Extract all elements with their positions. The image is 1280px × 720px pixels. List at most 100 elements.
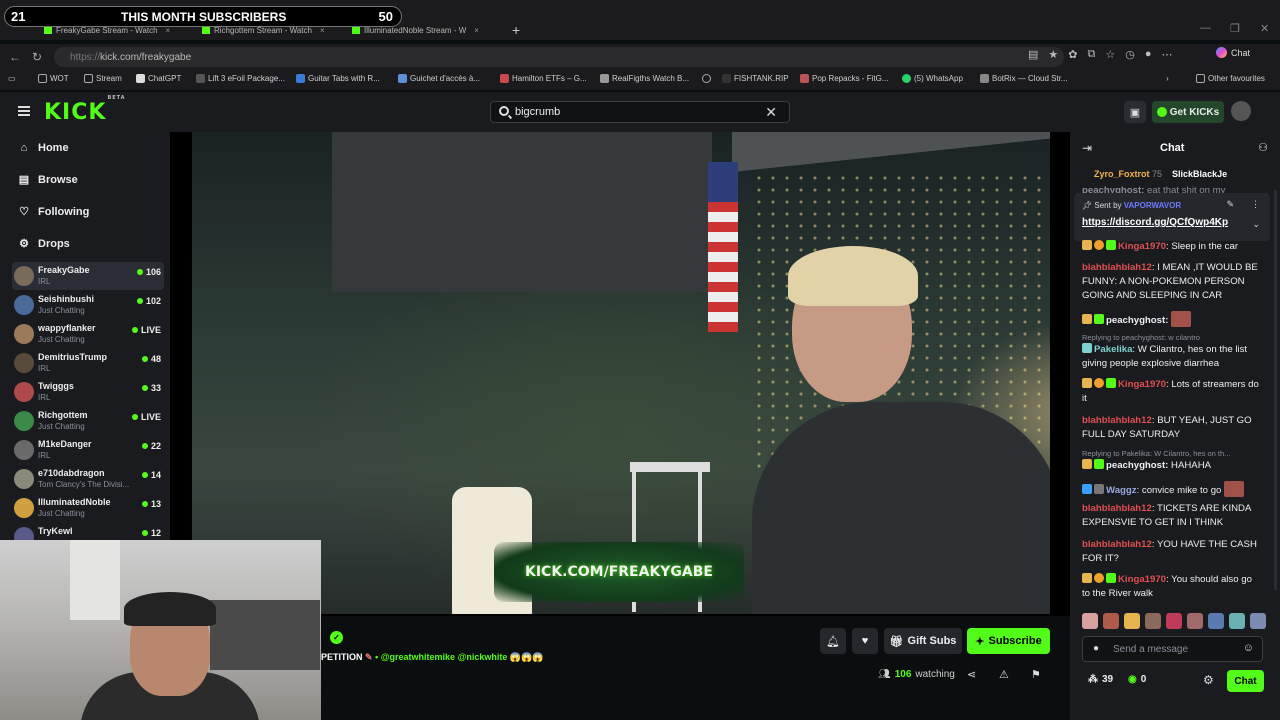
emote-icon[interactable]	[1103, 613, 1119, 629]
bookmark-item[interactable]: Pop Repacks - FitG...	[800, 74, 888, 83]
bookmark-item[interactable]: FISHTANK.RIP	[722, 74, 789, 83]
emote-icon[interactable]	[1145, 613, 1161, 629]
sidebar-channel-e710dabdragon[interactable]: e710dabdragon Tom Clancy's The Divisi... 1…	[12, 465, 164, 493]
nav-browse[interactable]: ▤ Browse	[18, 174, 78, 186]
kick-logo[interactable]: KICKBETA	[44, 95, 126, 125]
sidebar-channel-m1kedanger[interactable]: M1keDanger IRL 22	[12, 436, 164, 464]
bookmark-item[interactable]: Stream	[84, 74, 122, 83]
emote-icon[interactable]	[1082, 613, 1098, 629]
url-prefix: https://	[70, 51, 101, 63]
pinned-link[interactable]: https://discord.gg/QCfQwp4Kp	[1082, 217, 1228, 228]
sidebar-channel-richgottem[interactable]: Richgottem Just Chatting LIVE	[12, 407, 164, 435]
nav-home[interactable]: ⌂ Home	[18, 142, 69, 154]
favorite-star-icon[interactable]: ★	[1048, 48, 1058, 61]
refresh-icon[interactable]: ↻	[28, 48, 46, 66]
favorites-icon[interactable]: ☆	[1105, 48, 1115, 61]
close-tab-icon[interactable]: ×	[474, 26, 479, 35]
emote-icon[interactable]	[1208, 613, 1224, 629]
unpin-icon[interactable]: ✎	[1226, 199, 1234, 210]
chat-message: blahblahblah12: YOU HAVE THE CASH FOR IT…	[1082, 539, 1257, 564]
sidebar-channel-wappyflanker[interactable]: wappyflanker Just Chatting LIVE	[12, 320, 164, 348]
sidebar-channel-demitriustrump[interactable]: DemitriusTrump IRL 48	[12, 349, 164, 377]
subscribe-button[interactable]: ✦ Subscribe	[967, 628, 1050, 654]
history-icon[interactable]: ◷	[1125, 48, 1135, 61]
share-icon[interactable]: ⋖	[967, 668, 976, 681]
pinned-message[interactable]: 📌︎ Sent by VAPORWAVOR https://discord.gg…	[1074, 193, 1270, 241]
reply-context[interactable]: Replying to Pakelika: W Cilantro, hes on…	[1082, 449, 1262, 458]
new-tab-button[interactable]: +	[512, 22, 520, 38]
bookmarks-menu-icon[interactable]: ▭	[8, 74, 16, 83]
copilot-chat-button[interactable]: Chat	[1216, 47, 1250, 58]
bookmark-item[interactable]: BotRix — Cloud Str...	[980, 74, 1068, 83]
notification-bell-button[interactable]: 🔔︎	[820, 628, 846, 654]
chevron-down-icon[interactable]: ⌄	[1252, 219, 1260, 230]
collapse-chat-icon[interactable]: ⇥	[1082, 141, 1092, 155]
gifter-1[interactable]: Zyro_Foxtrot	[1094, 169, 1150, 179]
browser-toolbar-icons: ▤ ★ ✿ ⧉ ☆ ◷ ● ⋯	[1028, 48, 1173, 61]
follow-heart-button[interactable]: ♥	[852, 628, 878, 654]
back-icon[interactable]: ←	[6, 48, 24, 66]
more-options-icon[interactable]: ⋮	[1251, 199, 1260, 210]
bookmarks-bar: ▭ WOT Stream ChatGPT Lift 3 eFoil Packag…	[0, 70, 1280, 90]
kicks-balance[interactable]: ◉ 0	[1128, 674, 1146, 685]
more-menu-icon[interactable]: ⋯	[1162, 48, 1173, 61]
emote-icon[interactable]	[1166, 613, 1182, 629]
split-screen-icon[interactable]: ⧉	[1088, 48, 1096, 61]
other-favourites[interactable]: Other favourites	[1196, 74, 1265, 83]
copilot-icon	[1216, 47, 1227, 58]
report-icon[interactable]: ⚠	[999, 668, 1009, 681]
extensions-icon[interactable]: ✿	[1068, 48, 1077, 61]
gifter-2[interactable]: SlickBlackJe	[1172, 169, 1227, 179]
minimize-icon[interactable]: —	[1200, 22, 1211, 34]
chat-header: ⇥ Chat ⚇	[1070, 138, 1280, 160]
sidebar-channel-illuminatednoble[interactable]: IlluminatedNoble Just Chatting 13	[12, 494, 164, 522]
bookmark-item[interactable]: Hamilton ETFs – G...	[500, 74, 587, 83]
subscriber-goal-target: 50	[378, 9, 393, 24]
reply-context[interactable]: Replying to peachyghost: w cilantro	[1082, 333, 1262, 342]
bookmark-item[interactable]: Guitar Tabs with R...	[296, 74, 380, 83]
nav-drops[interactable]: ⚙ Drops	[18, 238, 70, 250]
profile-icon[interactable]: ●	[1145, 48, 1152, 61]
bookmarks-overflow-icon[interactable]: ›	[1166, 74, 1169, 83]
gift-subs-button[interactable]: 🎁︎ Gift Subs	[884, 628, 962, 654]
close-window-icon[interactable]: ✕	[1260, 22, 1269, 35]
emote-icon[interactable]	[1124, 613, 1140, 629]
bookmark-item[interactable]: ChatGPT	[136, 74, 181, 83]
whatsapp-icon	[902, 74, 911, 83]
get-kicks-button[interactable]: Get KICKs	[1152, 101, 1224, 123]
bookmark-item[interactable]: Guichet d'accès à...	[398, 74, 480, 83]
emoji-picker-icon[interactable]: ☺	[1243, 642, 1254, 654]
url-bar[interactable]: https://kick.com/freakygabe	[54, 47, 1064, 67]
maximize-icon[interactable]: ❐	[1230, 22, 1240, 35]
chat-settings-icon[interactable]: ⚙	[1203, 673, 1214, 687]
library-button[interactable]: ▣	[1124, 101, 1146, 123]
bookmark-item[interactable]: RealFigths Watch B...	[600, 74, 689, 83]
bookmark-item[interactable]: Lift 3 eFoil Package...	[196, 74, 285, 83]
send-chat-button[interactable]: Chat	[1227, 670, 1264, 692]
bookmark-item[interactable]: (5) WhatsApp	[902, 74, 963, 83]
bookmark-item[interactable]	[702, 74, 714, 83]
emote-icon[interactable]	[1229, 613, 1245, 629]
emote-icon[interactable]	[1187, 613, 1203, 629]
nav-following[interactable]: ♡ Following	[18, 206, 89, 218]
chat-scrollbar[interactable]	[1274, 190, 1277, 590]
chat-users-icon[interactable]: ⚇	[1258, 141, 1268, 154]
chat-points[interactable]: ⁂ 39	[1088, 674, 1113, 685]
user-avatar[interactable]	[1231, 101, 1251, 121]
bookmark-item[interactable]: WOT	[38, 74, 69, 83]
chat-message-input[interactable]: ● Send a message ☺	[1082, 636, 1263, 662]
kick-favicon-icon	[352, 26, 360, 34]
user-actions-icon[interactable]: ⚑	[1031, 668, 1041, 681]
channel-avatar	[14, 295, 34, 315]
clear-search-icon[interactable]: ✕	[765, 104, 777, 121]
kicks-coin-icon: ◉	[1128, 674, 1137, 685]
sidebar-channel-twigggs[interactable]: Twigggs IRL 33	[12, 378, 164, 406]
search-input[interactable]: bigcrumb ✕	[490, 101, 790, 123]
gift-badge-icon	[1094, 484, 1104, 494]
reader-icon[interactable]: ▤	[1028, 48, 1038, 61]
live-dot-icon	[141, 501, 148, 507]
emote-icon[interactable]	[1250, 613, 1266, 629]
hamburger-menu-icon[interactable]	[18, 106, 30, 116]
sidebar-channel-seishinbushi[interactable]: Seishinbushi Just Chatting 102	[12, 291, 164, 319]
sidebar-channel-freakygabe[interactable]: FreakyGabe IRL 106	[12, 262, 164, 290]
